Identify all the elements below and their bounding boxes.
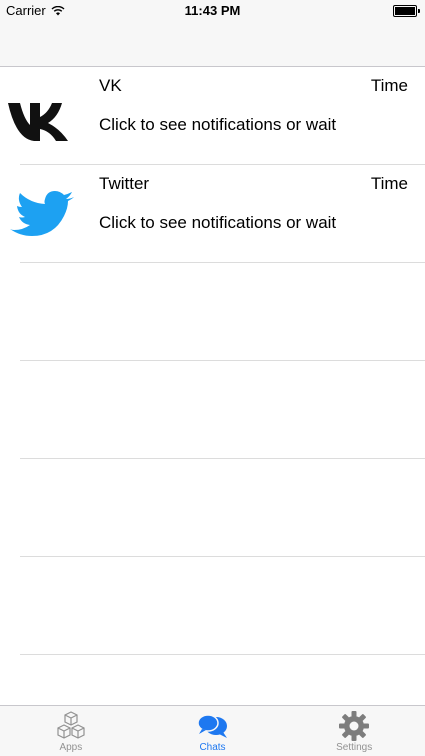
tab-bar: Apps Chats Settings: [0, 705, 425, 756]
status-bar: Carrier 11:43 PM: [0, 0, 425, 22]
chat-time: Time: [370, 76, 408, 95]
tab-label: Chats: [199, 742, 226, 753]
tab-chats[interactable]: Chats: [142, 706, 284, 756]
navigation-bar: [0, 22, 425, 67]
twitter-bird-icon: [10, 191, 74, 236]
empty-row: [20, 459, 425, 557]
status-time: 11:43 PM: [184, 3, 241, 18]
empty-row: [20, 557, 425, 655]
cubes-icon: [57, 711, 85, 739]
chat-title: Twitter: [99, 174, 150, 193]
chat-bubbles-icon: [196, 714, 227, 738]
gear-icon: [339, 711, 370, 741]
chat-title: VK: [99, 76, 122, 95]
battery-icon: [393, 5, 420, 17]
vk-logo-icon: [8, 103, 68, 141]
chat-subtitle: Click to see notifications or wait: [99, 213, 337, 232]
tab-apps[interactable]: Apps: [0, 706, 142, 756]
chat-list: VK Time Click to see notifications or wa…: [0, 67, 425, 655]
tab-settings[interactable]: Settings: [283, 706, 425, 756]
chat-row-twitter[interactable]: Twitter Time Click to see notifications …: [10, 165, 425, 263]
empty-row: [20, 263, 425, 361]
empty-row: [20, 361, 425, 459]
tab-label: Apps: [59, 742, 83, 753]
tab-label: Settings: [336, 742, 373, 753]
chat-subtitle: Click to see notifications or wait: [99, 115, 337, 134]
chat-time: Time: [370, 174, 408, 193]
chat-row-vk[interactable]: VK Time Click to see notifications or wa…: [8, 67, 425, 165]
